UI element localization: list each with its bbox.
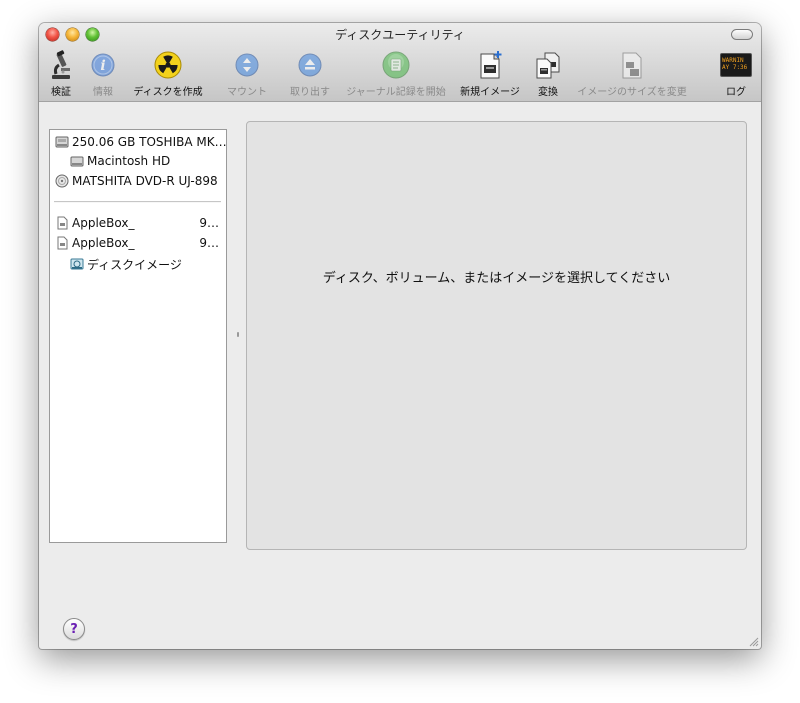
toolbar-toggle-button[interactable] bbox=[731, 29, 753, 40]
sidebar-item-suffix: 9… bbox=[199, 236, 219, 250]
select-item-message: ディスク、ボリューム、またはイメージを選択してください bbox=[322, 271, 671, 286]
mount-label: マウント bbox=[227, 87, 267, 98]
detail-panel: ディスク、ボリューム、またはイメージを選択してください bbox=[246, 121, 747, 550]
disk-image-file-icon bbox=[57, 216, 68, 230]
sidebar-item-macintosh-hd[interactable]: Macintosh HD bbox=[70, 152, 170, 170]
device-sidebar[interactable]: 250.06 GB TOSHIBA MK… Macintosh HD MATSH… bbox=[49, 129, 227, 543]
eject-icon bbox=[294, 49, 326, 81]
mount-button[interactable]: マウント bbox=[223, 49, 271, 99]
eject-button[interactable]: 取り出す bbox=[287, 49, 333, 99]
sidebar-item-label: ディスクイメージ bbox=[87, 257, 182, 272]
title-toolbar-area: ディスクユーティリティ 検証 i 情報 ディスクを作成 マウント 取り出す ジャ… bbox=[39, 23, 761, 102]
mounted-image-icon bbox=[70, 258, 84, 270]
sidebar-item-label: 250.06 GB TOSHIBA MK… bbox=[72, 135, 227, 149]
enable-journaling-label: ジャーナル記録を開始 bbox=[346, 87, 446, 98]
sidebar-item-applebox-1[interactable]: AppleBox_ 9… bbox=[55, 214, 221, 232]
disk-utility-window: ディスクユーティリティ 検証 i 情報 ディスクを作成 マウント 取り出す ジャ… bbox=[39, 23, 761, 649]
sidebar-item-toshiba-disk[interactable]: 250.06 GB TOSHIBA MK… bbox=[55, 133, 227, 151]
log-label: ログ bbox=[726, 87, 746, 98]
sidebar-item-disk-image[interactable]: ディスクイメージ bbox=[70, 255, 182, 273]
info-button[interactable]: i 情報 bbox=[83, 49, 123, 99]
sidebar-item-suffix: 9… bbox=[199, 216, 219, 230]
hard-disk-icon bbox=[55, 136, 69, 148]
log-screen: WARNIN AY 7:36 P bbox=[720, 53, 752, 77]
burn-disc-button[interactable]: ディスクを作成 bbox=[127, 49, 209, 99]
svg-text:i: i bbox=[100, 58, 105, 74]
resize-image-button[interactable]: イメージのサイズを変更 bbox=[569, 49, 695, 99]
sidebar-item-label: AppleBox_ bbox=[72, 236, 135, 250]
convert-button[interactable]: 変換 bbox=[531, 49, 565, 99]
sidebar-item-dvd-drive[interactable]: MATSHITA DVD-R UJ-898 bbox=[55, 172, 218, 190]
enable-journaling-button[interactable]: ジャーナル記録を開始 bbox=[343, 49, 449, 99]
sidebar-item-applebox-2[interactable]: AppleBox_ 9… bbox=[55, 234, 221, 252]
eject-label: 取り出す bbox=[290, 87, 330, 98]
help-button[interactable]: ? bbox=[63, 618, 85, 640]
new-image-icon bbox=[474, 49, 506, 81]
new-image-label: 新規イメージ bbox=[460, 87, 520, 98]
split-view-handle[interactable] bbox=[237, 332, 239, 337]
mount-icon bbox=[231, 49, 263, 81]
sidebar-item-label: MATSHITA DVD-R UJ-898 bbox=[72, 174, 218, 188]
sidebar-item-label: AppleBox_ bbox=[72, 216, 135, 230]
journal-icon bbox=[380, 49, 412, 81]
resize-image-label: イメージのサイズを変更 bbox=[577, 87, 687, 98]
info-icon: i bbox=[87, 49, 119, 81]
convert-label: 変換 bbox=[538, 87, 558, 98]
optical-drive-icon bbox=[55, 174, 69, 188]
window-title: ディスクユーティリティ bbox=[335, 28, 465, 42]
resize-image-icon bbox=[616, 49, 648, 81]
verify-label: 検証 bbox=[51, 87, 71, 98]
log-button[interactable]: WARNIN AY 7:36 P ログ bbox=[717, 49, 755, 99]
microscope-icon bbox=[45, 49, 77, 81]
resize-grip-icon[interactable] bbox=[748, 636, 759, 647]
burn-disc-label: ディスクを作成 bbox=[133, 87, 203, 98]
sidebar-item-label: Macintosh HD bbox=[87, 154, 171, 168]
info-label: 情報 bbox=[93, 87, 113, 98]
disk-image-file-icon bbox=[57, 236, 68, 250]
convert-icon bbox=[532, 49, 564, 81]
verify-button[interactable]: 検証 bbox=[41, 49, 81, 99]
new-image-button[interactable]: 新規イメージ bbox=[457, 49, 523, 99]
burn-icon bbox=[152, 49, 184, 81]
log-icon: WARNIN AY 7:36 P bbox=[719, 49, 753, 81]
volume-icon bbox=[70, 156, 84, 167]
sidebar-separator bbox=[54, 201, 221, 203]
